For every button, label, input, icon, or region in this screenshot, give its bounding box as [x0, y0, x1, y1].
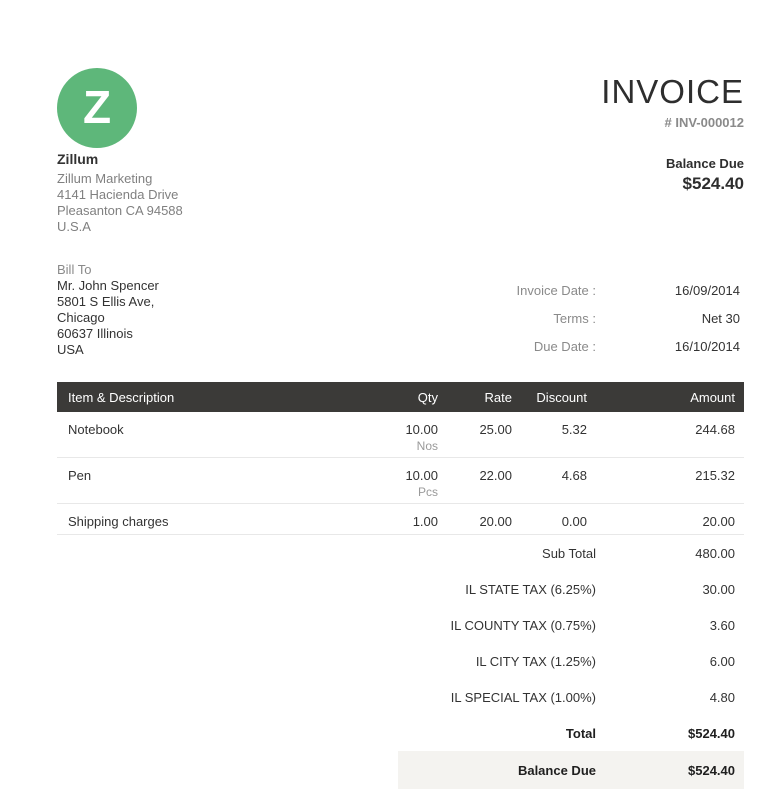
item-qty: 10.00	[338, 421, 438, 439]
item-rate: 22.00	[438, 467, 512, 500]
total-row-county-tax: IL COUNTY TAX (0.75%) 3.60	[398, 607, 744, 643]
total-row-grand-total: Total $524.40	[398, 715, 744, 751]
city-tax-label: IL CITY TAX (1.25%)	[398, 654, 596, 669]
balance-due-value: $524.40	[666, 174, 744, 194]
invoice-page: Z Zillum Zillum Marketing 4141 Hacienda …	[0, 0, 769, 801]
special-tax-value: 4.80	[596, 690, 744, 705]
col-header-discount: Discount	[512, 390, 587, 405]
city-tax-value: 6.00	[596, 654, 744, 669]
bill-to-line: Mr. John Spencer	[57, 278, 159, 294]
bill-to-line: USA	[57, 342, 159, 358]
company-address-line: Pleasanton CA 94588	[57, 203, 183, 219]
bill-to-line: 5801 S Ellis Ave,	[57, 294, 159, 310]
bill-to-line: Chicago	[57, 310, 159, 326]
items-table-header: Item & Description Qty Rate Discount Amo…	[57, 382, 744, 412]
company-logo: Z	[57, 68, 137, 148]
item-amount: 20.00	[587, 513, 744, 531]
total-row-city-tax: IL CITY TAX (1.25%) 6.00	[398, 643, 744, 679]
total-row-special-tax: IL SPECIAL TAX (1.00%) 4.80	[398, 679, 744, 715]
invoice-number: # INV-000012	[601, 115, 744, 130]
item-discount: 0.00	[512, 513, 587, 531]
col-header-rate: Rate	[438, 390, 512, 405]
totals-section: Sub Total 480.00 IL STATE TAX (6.25%) 30…	[398, 535, 744, 789]
item-qty: 10.00	[338, 467, 438, 485]
grand-total-value: $524.40	[596, 726, 744, 741]
table-row: Notebook 10.00 Nos 25.00 5.32 244.68	[57, 412, 744, 458]
item-qty-cell: 10.00 Nos	[338, 421, 438, 454]
invoice-document: Z Zillum Zillum Marketing 4141 Hacienda …	[57, 0, 744, 801]
item-qty-cell: 10.00 Pcs	[338, 467, 438, 500]
balance-row-label: Balance Due	[398, 763, 596, 778]
col-header-amount: Amount	[587, 390, 744, 405]
item-rate: 25.00	[438, 421, 512, 454]
item-name: Shipping charges	[57, 513, 338, 531]
special-tax-label: IL SPECIAL TAX (1.00%)	[398, 690, 596, 705]
company-address-line: U.S.A	[57, 219, 183, 235]
county-tax-label: IL COUNTY TAX (0.75%)	[398, 618, 596, 633]
company-block: Zillum Zillum Marketing 4141 Hacienda Dr…	[57, 151, 183, 235]
total-row-state-tax: IL STATE TAX (6.25%) 30.00	[398, 571, 744, 607]
subtotal-value: 480.00	[596, 546, 744, 561]
item-rate: 20.00	[438, 513, 512, 531]
meta-row-terms: Terms : Net 30	[444, 304, 744, 332]
balance-row-value: $524.40	[596, 763, 744, 778]
invoice-meta: Invoice Date : 16/09/2014 Terms : Net 30…	[444, 276, 744, 360]
col-header-qty: Qty	[338, 390, 438, 405]
balance-due-row: Balance Due $524.40	[398, 751, 744, 789]
table-row: Pen 10.00 Pcs 22.00 4.68 215.32	[57, 458, 744, 504]
invoice-date-value: 16/09/2014	[596, 283, 744, 298]
subtotal-label: Sub Total	[398, 546, 596, 561]
item-name: Pen	[57, 467, 338, 500]
balance-due-label: Balance Due	[666, 156, 744, 171]
due-date-value: 16/10/2014	[596, 339, 744, 354]
item-discount: 4.68	[512, 467, 587, 500]
company-name: Zillum	[57, 151, 183, 167]
company-address-line: 4141 Hacienda Drive	[57, 187, 183, 203]
z-logo-icon: Z	[83, 84, 111, 130]
bill-to-label: Bill To	[57, 262, 159, 278]
invoice-title-block: INVOICE # INV-000012	[601, 74, 744, 130]
county-tax-value: 3.60	[596, 618, 744, 633]
state-tax-value: 30.00	[596, 582, 744, 597]
item-amount: 215.32	[587, 467, 744, 500]
due-date-label: Due Date :	[444, 339, 596, 354]
meta-row-invoice-date: Invoice Date : 16/09/2014	[444, 276, 744, 304]
company-address-line: Zillum Marketing	[57, 171, 183, 187]
terms-label: Terms :	[444, 311, 596, 326]
item-qty: 1.00	[338, 513, 438, 531]
table-row: Shipping charges 1.00 20.00 0.00 20.00	[57, 504, 744, 535]
bill-to-line: 60637 Illinois	[57, 326, 159, 342]
item-unit: Pcs	[338, 485, 438, 500]
invoice-date-label: Invoice Date :	[444, 283, 596, 298]
terms-value: Net 30	[596, 311, 744, 326]
bill-to-block: Bill To Mr. John Spencer 5801 S Ellis Av…	[57, 262, 159, 358]
item-unit: Nos	[338, 439, 438, 454]
item-discount: 5.32	[512, 421, 587, 454]
state-tax-label: IL STATE TAX (6.25%)	[398, 582, 596, 597]
total-row-subtotal: Sub Total 480.00	[398, 535, 744, 571]
item-name: Notebook	[57, 421, 338, 454]
item-qty-cell: 1.00	[338, 513, 438, 531]
meta-row-due-date: Due Date : 16/10/2014	[444, 332, 744, 360]
col-header-item: Item & Description	[57, 390, 338, 405]
item-amount: 244.68	[587, 421, 744, 454]
page-title: INVOICE	[601, 74, 744, 110]
grand-total-label: Total	[398, 726, 596, 741]
balance-due-summary: Balance Due $524.40	[666, 156, 744, 194]
items-table: Item & Description Qty Rate Discount Amo…	[57, 382, 744, 535]
